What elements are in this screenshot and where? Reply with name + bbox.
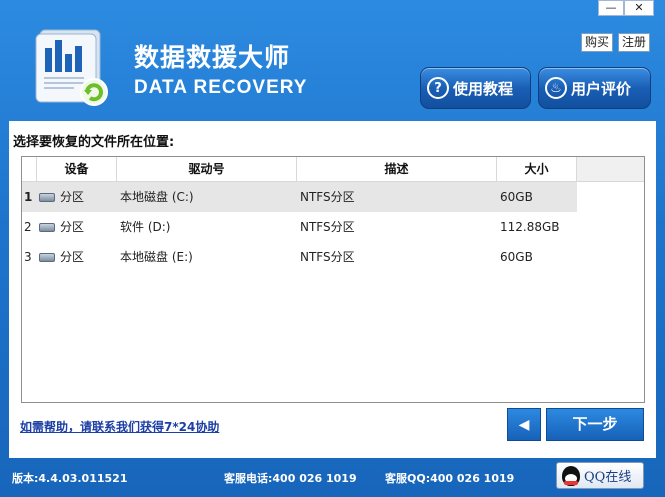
hard-drive-icon [39, 222, 55, 232]
app-subtitle: DATA RECOVERY [134, 77, 308, 98]
row-description: NTFS分区 [300, 190, 355, 204]
row-index: 2 [24, 220, 32, 234]
row-index: 1 [24, 190, 33, 204]
buy-button[interactable]: 购买 [581, 33, 614, 52]
tutorial-button[interactable]: ? 使用教程 [420, 67, 531, 109]
version-text: 版本:4.4.03.011521 [12, 472, 128, 485]
table-row[interactable]: 3 分区 本地磁盘 (E:) NTFS分区 60GB [22, 242, 577, 272]
register-button[interactable]: 注册 [618, 33, 651, 52]
review-icon: ♨ [545, 77, 567, 99]
table-row[interactable]: 1 分区 本地磁盘 (C:) NTFS分区 60GB [22, 182, 577, 212]
table-header: 设备 驱动号 描述 大小 [22, 157, 577, 182]
table-header-filler [577, 157, 644, 182]
column-header-size[interactable]: 大小 [497, 157, 577, 181]
arrow-left-icon: ◀ [518, 416, 530, 433]
column-header-index [22, 157, 37, 181]
row-index: 3 [24, 250, 32, 264]
help-icon: ? [427, 77, 449, 99]
minimize-button[interactable]: — [598, 0, 624, 16]
tutorial-label: 使用教程 [453, 79, 514, 98]
row-drive: 本地磁盘 (E:) [120, 250, 193, 264]
row-device: 分区 [37, 242, 117, 272]
partition-table: 设备 驱动号 描述 大小 1 分区 本地磁盘 (C:) NTFS分区 60GB … [21, 156, 645, 403]
row-size: 112.88GB [500, 220, 560, 234]
hard-drive-icon [39, 192, 55, 202]
app-logo-icon [35, 29, 108, 106]
row-device-label: 分区 [60, 220, 85, 234]
row-drive: 本地磁盘 (C:) [120, 190, 194, 204]
user-review-button[interactable]: ♨ 用户评价 [538, 67, 651, 109]
row-device-label: 分区 [60, 190, 85, 204]
close-button[interactable]: ✕ [624, 0, 654, 16]
qq-online-button[interactable]: QQ在线 [556, 462, 644, 489]
row-description: NTFS分区 [300, 250, 355, 264]
location-prompt: 选择要恢复的文件所在位置: [13, 135, 175, 150]
review-label: 用户评价 [571, 79, 632, 98]
row-drive: 软件 (D:) [120, 220, 171, 234]
row-size: 60GB [500, 250, 533, 264]
table-row[interactable]: 2 分区 软件 (D:) NTFS分区 112.88GB [22, 212, 577, 242]
app-window: — ✕ 数据救援大师 DATA RECOVERY 购买 注册 ? 使用教程 ♨ … [0, 0, 665, 497]
help-link[interactable]: 如需帮助，请联系我们获得7*24协助 [20, 418, 219, 435]
support-qq: 客服QQ:400 026 1019 [385, 472, 515, 485]
column-header-description[interactable]: 描述 [297, 157, 497, 181]
row-size: 60GB [500, 190, 533, 204]
column-header-device[interactable]: 设备 [37, 157, 117, 181]
main-panel: 选择要恢复的文件所在位置: 设备 驱动号 描述 大小 1 分区 本地磁盘 (C:… [9, 121, 656, 458]
app-title: 数据救援大师 [134, 43, 291, 72]
row-device: 分区 [37, 182, 117, 212]
next-step-button[interactable]: 下一步 [546, 408, 644, 441]
back-button[interactable]: ◀ [507, 408, 541, 441]
qq-online-label: QQ在线 [584, 470, 632, 485]
support-phone: 客服电话:400 026 1019 [224, 472, 357, 485]
row-device: 分区 [37, 212, 117, 242]
qq-penguin-icon [562, 465, 580, 486]
hard-drive-icon [39, 252, 55, 262]
column-header-drive[interactable]: 驱动号 [117, 157, 297, 181]
row-description: NTFS分区 [300, 220, 355, 234]
row-device-label: 分区 [60, 250, 85, 264]
